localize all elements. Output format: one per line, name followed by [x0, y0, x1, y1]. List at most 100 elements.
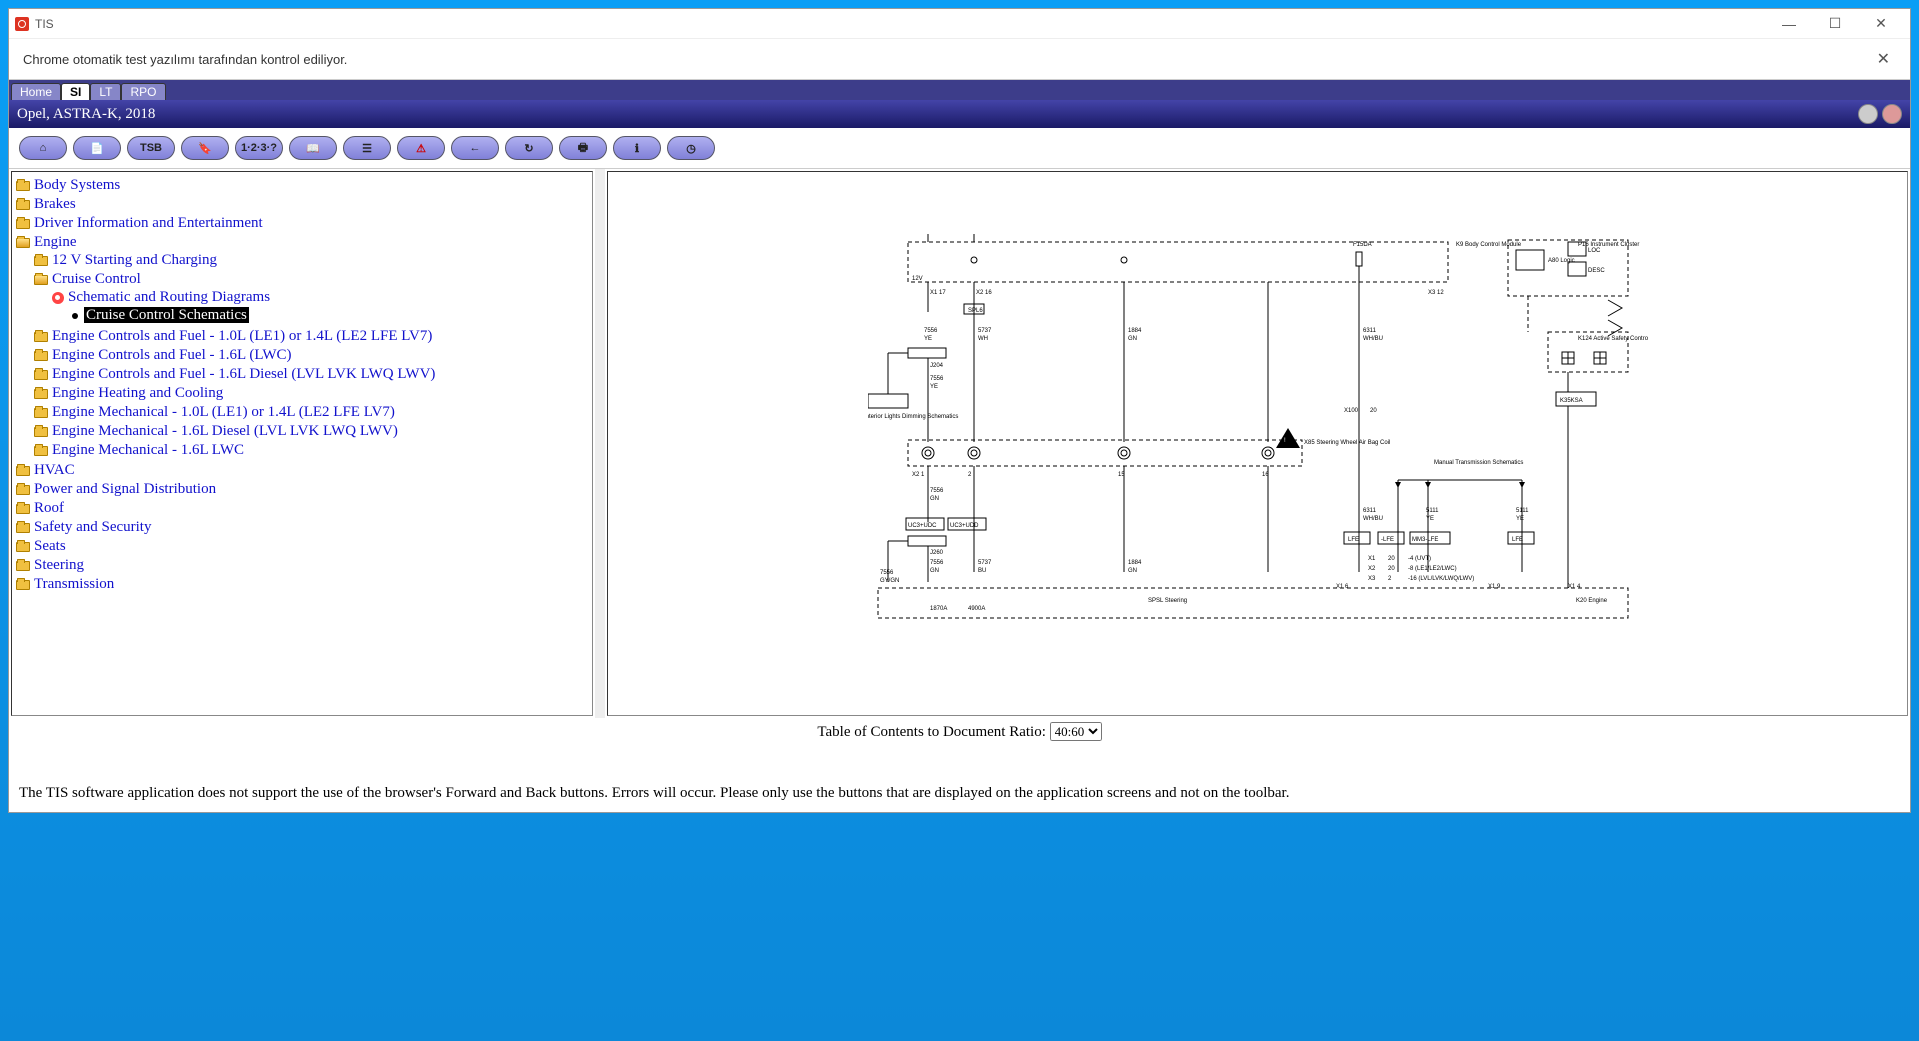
diagram-icon: [52, 292, 64, 304]
tree-node[interactable]: Seats: [16, 537, 590, 556]
tree-label[interactable]: Steering: [34, 557, 84, 573]
tree-node[interactable]: Power and Signal Distribution: [16, 480, 590, 499]
tab-si[interactable]: SI: [61, 83, 90, 100]
info-icon[interactable]: ℹ: [613, 136, 661, 160]
svg-text:K20 Engine: K20 Engine: [1576, 598, 1608, 604]
tree-label[interactable]: Power and Signal Distribution: [34, 481, 216, 497]
tree-node[interactable]: Engine Mechanical - 1.6L LWC: [34, 441, 590, 460]
svg-text:WH: WH: [978, 336, 988, 342]
tree-node[interactable]: Steering: [16, 556, 590, 575]
tree-node[interactable]: 12 V Starting and Charging: [34, 251, 590, 270]
tree-node[interactable]: Engine Controls and Fuel - 1.6L (LWC): [34, 346, 590, 365]
doc-icon[interactable]: 📄: [73, 136, 121, 160]
tree-node[interactable]: Engine Heating and Cooling: [34, 384, 590, 403]
document-pane[interactable]: K9 Body Control Module P16 Instrument Cl…: [607, 171, 1908, 716]
svg-text:X2 1: X2 1: [912, 472, 925, 478]
tree-label[interactable]: Engine Controls and Fuel - 1.0L (LE1) or…: [52, 328, 432, 344]
tree-icon[interactable]: ☰: [343, 136, 391, 160]
tree-label[interactable]: Safety and Security: [34, 519, 151, 535]
tree-node[interactable]: HVAC: [16, 461, 590, 480]
infobar-close-icon[interactable]: ✕: [1871, 49, 1896, 69]
tree-node[interactable]: Brakes: [16, 195, 590, 214]
svg-text:UC3+UDD: UC3+UDD: [950, 523, 979, 529]
tree-label[interactable]: HVAC: [34, 462, 75, 478]
tree-label[interactable]: Body Systems: [34, 177, 120, 193]
tree-label[interactable]: Transmission: [34, 576, 114, 592]
svg-text:X1 4: X1 4: [1568, 584, 1581, 590]
svg-text:MM3-LFE: MM3-LFE: [1412, 537, 1438, 543]
tsb-icon[interactable]: TSB: [127, 136, 175, 160]
toc-tree[interactable]: Body Systems Brakes Driver Information and…: [11, 171, 593, 716]
minimize-button[interactable]: —: [1766, 9, 1812, 39]
tree-label[interactable]: Engine: [34, 234, 77, 250]
tree-label[interactable]: 12 V Starting and Charging: [52, 252, 217, 268]
tree-node[interactable]: Engine Controls and Fuel - 1.0L (LE1) or…: [34, 327, 590, 346]
tree-node[interactable]: Cruise ControlSchematic and Routing Diag…: [34, 270, 590, 327]
folder-icon: [34, 275, 48, 285]
svg-text:X85 Steering Wheel Air Bag Coi: X85 Steering Wheel Air Bag Coil: [1304, 440, 1390, 446]
home-icon[interactable]: ⌂: [19, 136, 67, 160]
opel-badge-icon: [1858, 104, 1878, 124]
svg-text:YE: YE: [1426, 516, 1434, 522]
folder-icon: [34, 408, 48, 418]
svg-text:K124 Active Safety Control Mod: K124 Active Safety Control Module: [1578, 336, 1648, 342]
tree-node[interactable]: Engine 12 V Starting and Charging Cruise C…: [16, 233, 590, 461]
tree-node[interactable]: Roof: [16, 499, 590, 518]
tree-label[interactable]: Cruise Control: [52, 271, 141, 287]
svg-text:GN: GN: [1128, 568, 1137, 574]
window-title: TIS: [35, 17, 1766, 31]
tree-label[interactable]: Engine Mechanical - 1.0L (LE1) or 1.4L (…: [52, 404, 395, 420]
tag-icon[interactable]: 🔖: [181, 136, 229, 160]
svg-text:5737: 5737: [978, 328, 992, 334]
close-button[interactable]: ✕: [1858, 9, 1904, 39]
tree-node[interactable]: Engine Mechanical - 1.6L Diesel (LVL LVK…: [34, 422, 590, 441]
folder-icon: [16, 238, 30, 248]
tree-node[interactable]: Safety and Security: [16, 518, 590, 537]
tree-node[interactable]: Cruise Control Schematics: [70, 306, 590, 325]
tree-label[interactable]: Schematic and Routing Diagrams: [68, 289, 270, 305]
tree-node[interactable]: Engine Controls and Fuel - 1.6L Diesel (…: [34, 365, 590, 384]
tree-label[interactable]: Brakes: [34, 196, 76, 212]
svg-text:X1 17: X1 17: [930, 290, 946, 296]
tree-label[interactable]: Engine Mechanical - 1.6L LWC: [52, 442, 244, 458]
tree-node[interactable]: Body Systems: [16, 176, 590, 195]
tree-label[interactable]: Engine Heating and Cooling: [52, 385, 223, 401]
refresh-icon[interactable]: ↻: [505, 136, 553, 160]
svg-text:GN: GN: [1128, 336, 1137, 342]
svg-text:-4 (UVT): -4 (UVT): [1408, 556, 1431, 562]
ratio-select[interactable]: 20:8030:7040:6050:5060:40: [1050, 722, 1102, 741]
maximize-button[interactable]: ☐: [1812, 9, 1858, 39]
svg-text:WH/BU: WH/BU: [1363, 336, 1383, 342]
folder-icon: [34, 332, 48, 342]
tree-node[interactable]: Engine Mechanical - 1.0L (LE1) or 1.4L (…: [34, 403, 590, 422]
tree-node[interactable]: Schematic and Routing Diagrams Cruise Con…: [52, 288, 590, 326]
tree-label[interactable]: Engine Controls and Fuel - 1.6L Diesel (…: [52, 366, 435, 382]
tree-label[interactable]: Driver Information and Entertainment: [34, 215, 263, 231]
warn-icon[interactable]: ⚠: [397, 136, 445, 160]
tree-node[interactable]: Transmission: [16, 575, 590, 594]
svg-text:DESC: DESC: [1588, 268, 1605, 274]
back-icon[interactable]: ←: [451, 136, 499, 160]
print-icon[interactable]: 🖶: [559, 136, 607, 160]
footer-warning: The TIS software application does not su…: [9, 745, 1910, 812]
tab-rpo[interactable]: RPO: [121, 83, 165, 100]
book-icon[interactable]: 📖: [289, 136, 337, 160]
tab-home[interactable]: Home: [11, 83, 61, 100]
svg-text:1884: 1884: [1128, 328, 1142, 334]
tree-node[interactable]: Driver Information and Entertainment: [16, 214, 590, 233]
svg-text:4900A: 4900A: [968, 606, 985, 612]
tree-label[interactable]: Cruise Control Schematics: [84, 307, 249, 323]
tree-label[interactable]: Seats: [34, 538, 66, 554]
tree-label[interactable]: Engine Controls and Fuel - 1.6L (LWC): [52, 347, 292, 363]
tree-label[interactable]: Engine Mechanical - 1.6L Diesel (LVL LVK…: [52, 423, 398, 439]
folder-icon: [16, 561, 30, 571]
vertical-splitter[interactable]: [595, 169, 605, 718]
svg-text:BU: BU: [978, 568, 986, 574]
tree-label[interactable]: Roof: [34, 500, 64, 516]
tab-lt[interactable]: LT: [90, 83, 121, 100]
svg-text:7556: 7556: [880, 570, 894, 576]
svg-text:-LFE: -LFE: [1381, 537, 1394, 543]
svg-text:-8 (LE1/LE2/LWC): -8 (LE1/LE2/LWC): [1408, 566, 1457, 572]
clock-icon[interactable]: ◷: [667, 136, 715, 160]
steps-icon[interactable]: 1·2·3·?: [235, 136, 283, 160]
